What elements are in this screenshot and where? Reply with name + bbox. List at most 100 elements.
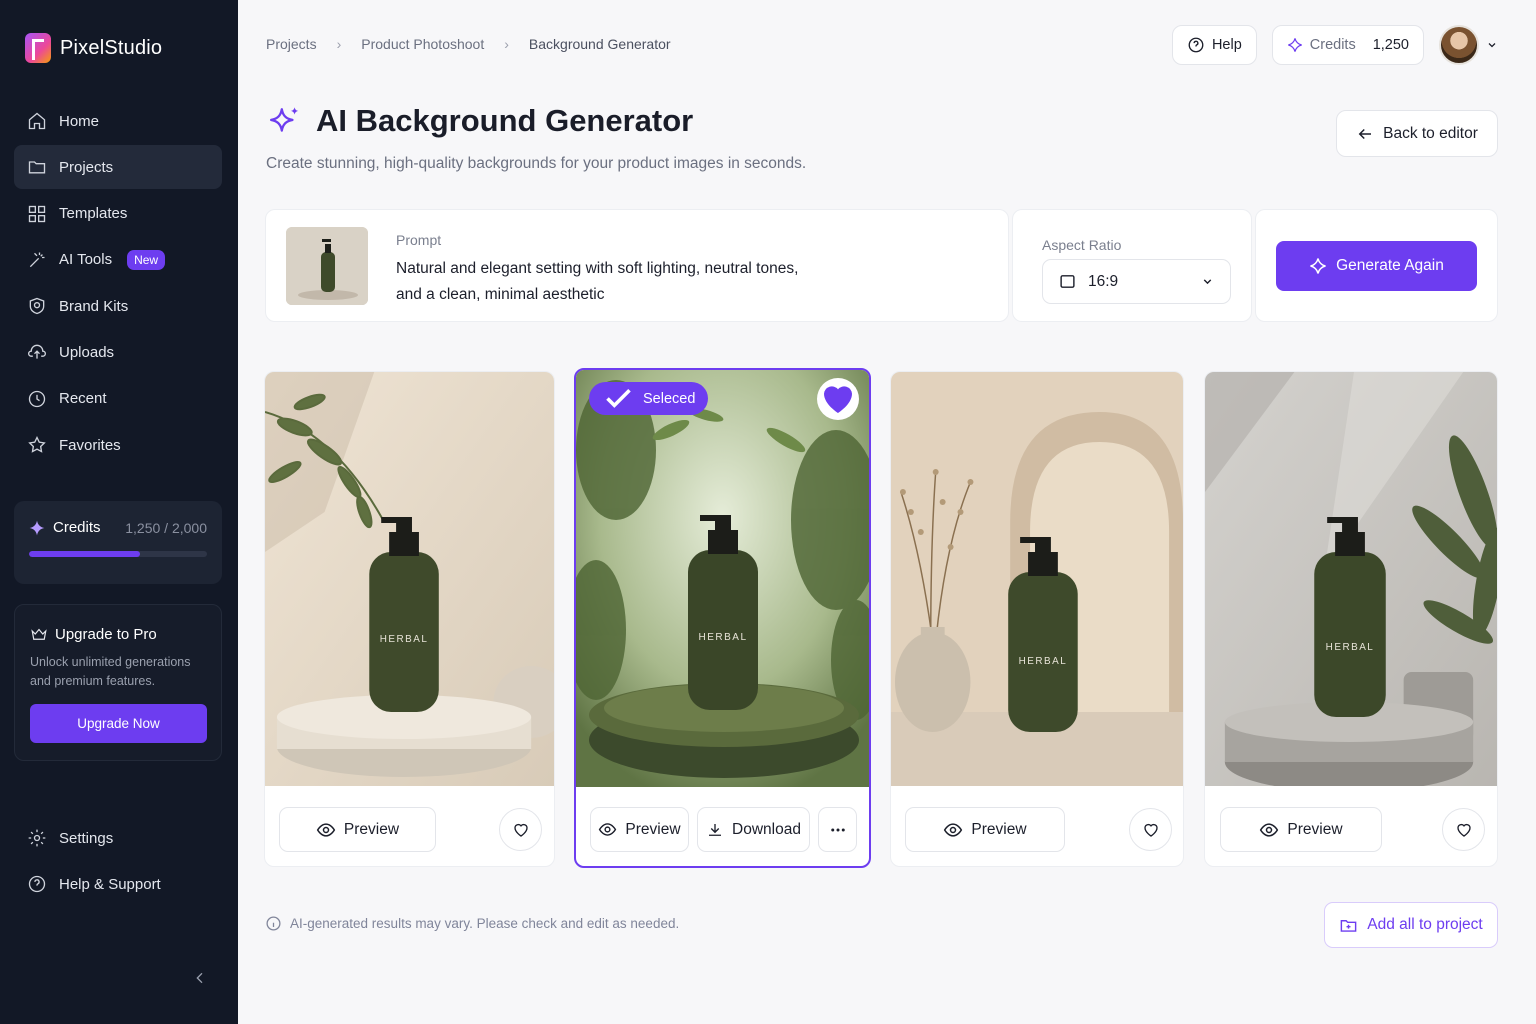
favorite-toggle-on[interactable] (817, 378, 859, 420)
download-label: Download (732, 820, 801, 838)
new-badge: New (127, 249, 166, 270)
favorite-button[interactable] (499, 808, 542, 851)
preview-button[interactable]: Preview (279, 807, 436, 852)
result-image-stone-pedestal-leaves[interactable]: HERBAL (265, 372, 554, 786)
credits-pill-label: Credits (1309, 37, 1356, 53)
topbar-actions: Help Credits 1,250 (1171, 25, 1498, 65)
sidebar-item-label: Brand Kits (59, 297, 129, 315)
user-menu[interactable] (1439, 25, 1498, 65)
back-to-editor-button[interactable]: Back to editor (1336, 110, 1498, 157)
prompt-text-line: and a clean, minimal aesthetic (396, 286, 605, 303)
sparkles-icon (270, 107, 299, 132)
sidebar-item-label: Templates (59, 205, 128, 223)
sparkle-icon (29, 520, 45, 535)
product-label: HERBAL (1019, 656, 1068, 667)
sidebar-item-label: Help & Support (59, 875, 161, 893)
sidebar-bottom-nav: Settings Help & Support (14, 816, 222, 909)
breadcrumb-product-photoshoot[interactable]: Product Photoshoot (361, 36, 484, 52)
prompt-label: Prompt (396, 232, 442, 248)
prompt-panel: Prompt Natural and elegant setting with … (265, 209, 1009, 322)
sidebar-item-ai-tools[interactable]: AI Tools New (14, 238, 222, 282)
avatar (1439, 25, 1479, 65)
upgrade-now-button[interactable]: Upgrade Now (30, 704, 207, 743)
heart-icon (1143, 823, 1158, 837)
selected-badge: Seleced (589, 382, 709, 415)
preview-label: Preview (1287, 820, 1343, 838)
page-title: AI Background Generator (268, 103, 693, 139)
source-image-thumbnail[interactable] (286, 227, 368, 305)
page-title-text: AI Background Generator (316, 103, 694, 138)
upgrade-description: Unlock unlimited generations and premium… (30, 655, 191, 688)
credits-pill[interactable]: Credits 1,250 (1271, 25, 1424, 65)
favorite-button[interactable] (1442, 808, 1485, 851)
heart-icon (513, 823, 528, 837)
add-all-to-project-button[interactable]: Add all to project (1324, 902, 1498, 948)
folder-icon (28, 161, 46, 174)
product-label: HERBAL (698, 632, 747, 643)
upload-icon (28, 345, 46, 360)
gear-icon (28, 829, 46, 847)
sidebar-item-brand-kits[interactable]: Brand Kits (14, 284, 222, 328)
sidebar-item-projects[interactable]: Projects (14, 145, 222, 190)
sidebar-item-help-support[interactable]: Help & Support (14, 862, 222, 906)
upgrade-panel: Upgrade to Pro Unlock unlimited generati… (14, 604, 222, 761)
help-circle-icon (1188, 37, 1204, 53)
sidebar-item-label: Home (59, 112, 100, 130)
sidebar-item-settings[interactable]: Settings (14, 816, 222, 860)
prompt-text[interactable]: Natural and elegant setting with soft li… (396, 256, 816, 308)
download-button[interactable]: Download (697, 807, 810, 852)
preview-label: Preview (625, 820, 681, 838)
sidebar-item-uploads[interactable]: Uploads (14, 330, 222, 374)
result-card: HERBAL Preview (890, 371, 1184, 867)
heart-icon (1456, 823, 1471, 837)
sidebar-item-home[interactable]: Home (14, 99, 222, 143)
aspect-ratio-value: 16:9 (1088, 272, 1119, 290)
favorite-button[interactable] (1129, 808, 1172, 851)
preview-button[interactable]: Preview (1220, 807, 1382, 852)
heart-filled-icon (824, 386, 852, 413)
sidebar-item-label: Settings (59, 829, 114, 847)
sidebar-item-label: AI Tools (59, 251, 113, 269)
brand[interactable]: PixelStudio (25, 33, 162, 63)
collapse-sidebar-icon[interactable] (192, 970, 208, 986)
aspect-ratio-select[interactable]: 16:9 (1042, 259, 1231, 304)
aspect-ratio-label: Aspect Ratio (1042, 237, 1122, 253)
breadcrumb-projects[interactable]: Projects (266, 36, 317, 52)
preview-button[interactable]: Preview (905, 807, 1065, 852)
sidebar-item-favorites[interactable]: Favorites (14, 423, 222, 467)
credits-label: Credits (53, 519, 101, 536)
preview-button[interactable]: Preview (590, 807, 689, 852)
generate-again-button[interactable]: Generate Again (1276, 241, 1477, 291)
help-button[interactable]: Help (1171, 25, 1257, 65)
generate-again-label: Generate Again (1336, 257, 1444, 274)
selected-label: Seleced (643, 390, 696, 407)
chevron-right-icon: › (504, 36, 509, 52)
result-image-arch-vase-dried-flowers[interactable]: HERBAL (891, 372, 1183, 786)
sparkle-icon (1287, 38, 1302, 52)
aspect-ratio-panel: Aspect Ratio 16:9 (1012, 209, 1252, 322)
prompt-text-line: Natural and elegant setting with soft li… (396, 260, 799, 277)
clock-icon (28, 390, 46, 407)
eye-icon (316, 822, 336, 837)
generate-panel: Generate Again (1255, 209, 1498, 322)
sidebar-item-recent[interactable]: Recent (14, 377, 222, 421)
sidebar-item-label: Favorites (59, 436, 121, 454)
breadcrumb-current: Background Generator (528, 36, 671, 52)
product-label: HERBAL (380, 634, 429, 645)
eye-icon (1260, 822, 1279, 837)
product-label: HERBAL (1326, 642, 1375, 653)
credits-progress-bar (29, 551, 207, 557)
result-image-moss-rock-forest[interactable]: HERBAL Seleced (576, 370, 869, 787)
home-icon (28, 112, 46, 130)
check-icon (606, 388, 631, 408)
info-icon (266, 916, 281, 931)
folder-plus-icon (1340, 919, 1357, 932)
sidebar-item-templates[interactable]: Templates (14, 192, 222, 236)
magic-wand-icon (29, 252, 45, 268)
disclaimer-note: AI-generated results may vary. Please ch… (265, 915, 679, 932)
more-options-button[interactable] (818, 807, 857, 852)
result-image-concrete-plinth-plant[interactable]: HERBAL (1205, 372, 1497, 786)
sidebar-nav: Home Projects Templates AI Tools New Bra… (14, 99, 222, 469)
ratio-frame-icon (1060, 275, 1075, 288)
arrow-left-icon (1358, 128, 1372, 139)
